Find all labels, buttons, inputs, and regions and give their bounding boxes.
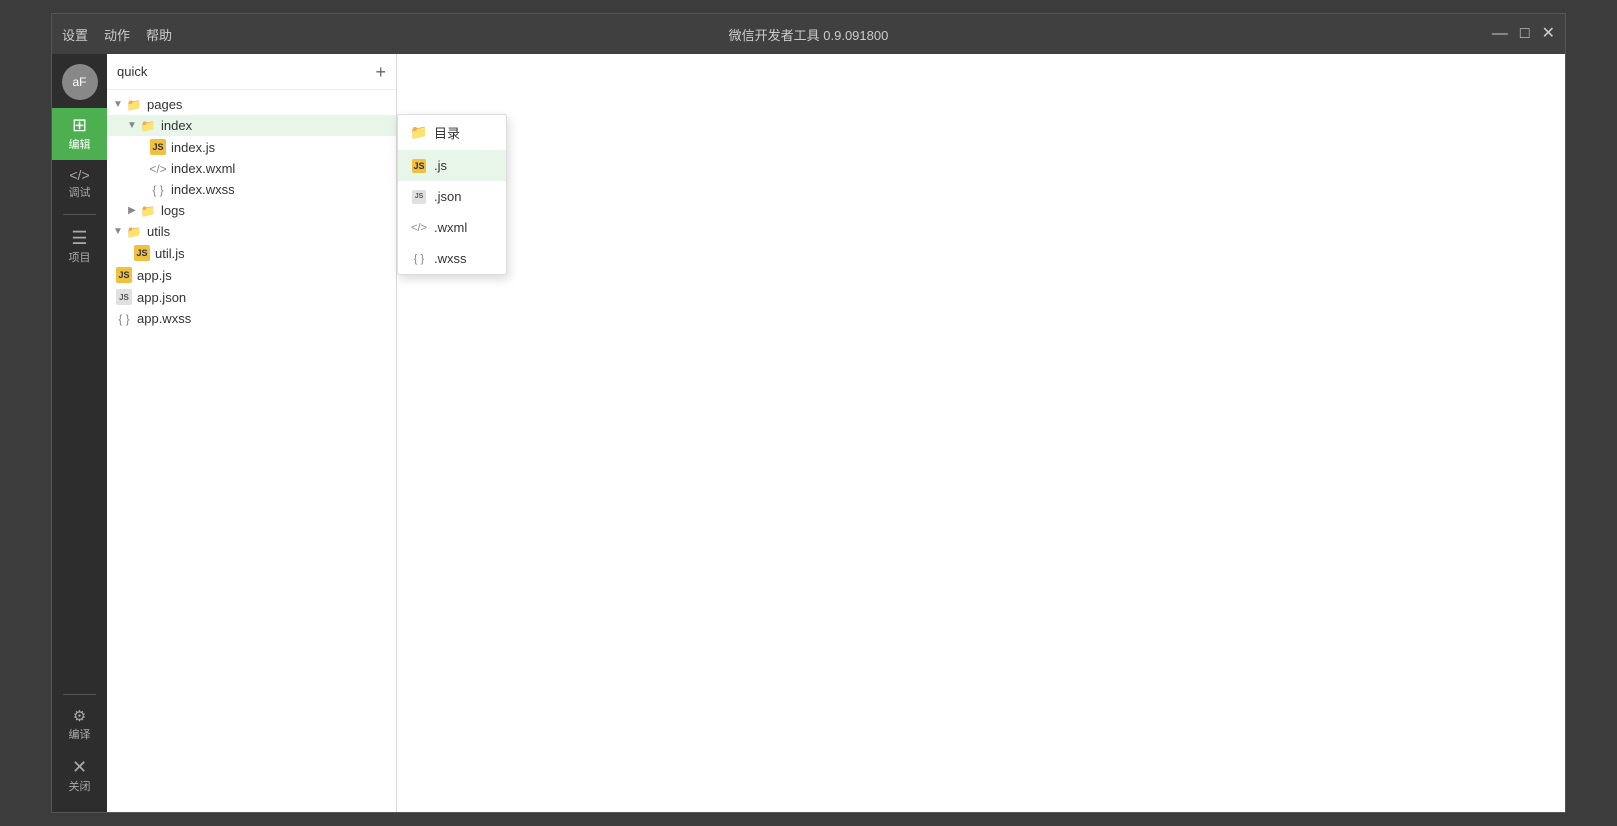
tree-item-index-wxml[interactable]: </> index.wxml bbox=[107, 158, 396, 179]
js-icon-index: JS bbox=[149, 139, 167, 155]
arrow-index: ▼ bbox=[125, 120, 139, 131]
project-icon: ☰ bbox=[71, 229, 87, 247]
project-label: 项目 bbox=[69, 249, 91, 265]
app-title: 微信开发者工具 0.9.091800 bbox=[729, 25, 889, 44]
arrow-utils: ▼ bbox=[111, 226, 125, 237]
bottom-divider bbox=[63, 694, 96, 695]
divider bbox=[63, 214, 96, 215]
folder-icon-utils: 📁 bbox=[125, 225, 143, 239]
titlebar: 设置 动作 帮助 微信开发者工具 0.9.091800 — □ ✕ bbox=[52, 14, 1565, 54]
sidebar-item-debug[interactable]: </> 调试 bbox=[52, 160, 107, 208]
context-menu-label-wxml: .wxml bbox=[434, 220, 467, 235]
editor-label: 编辑 bbox=[69, 136, 91, 152]
sidebar-item-editor[interactable]: ⊞ 编辑 bbox=[52, 108, 107, 160]
minimize-button[interactable]: — bbox=[1492, 26, 1508, 42]
sidebar-item-project[interactable]: ☰ 项目 bbox=[52, 221, 107, 273]
menu-settings[interactable]: 设置 bbox=[62, 25, 88, 44]
window-controls: — □ ✕ bbox=[1492, 26, 1555, 42]
wxss-icon-index: { } bbox=[149, 183, 167, 197]
sidebar-item-close[interactable]: ✕ 关闭 bbox=[52, 750, 107, 802]
context-menu-json[interactable]: JS .json bbox=[398, 181, 506, 212]
js-icon-menu: JS bbox=[410, 159, 428, 173]
project-name: quick bbox=[117, 64, 147, 79]
icon-bar: aF ⊞ 编辑 </> 调试 ☰ 项目 ⚙ 编译 bbox=[52, 54, 107, 812]
compile-label: 编译 bbox=[69, 726, 91, 742]
tree-label-app-json: app.json bbox=[137, 290, 186, 305]
tree-label-index-wxss: index.wxss bbox=[171, 182, 235, 197]
avatar[interactable]: aF bbox=[62, 64, 98, 100]
js-icon-util: JS bbox=[133, 245, 151, 261]
titlebar-menu: 设置 动作 帮助 bbox=[62, 25, 172, 44]
context-menu-label-js: .js bbox=[434, 158, 447, 173]
tree-label-utils: utils bbox=[147, 224, 170, 239]
tree-item-index-js[interactable]: JS index.js bbox=[107, 136, 396, 158]
editor-icon: ⊞ bbox=[72, 116, 87, 134]
context-menu-js[interactable]: JS .js bbox=[398, 150, 506, 181]
arrow-logs: ▶ bbox=[125, 205, 139, 216]
folder-icon-menu: 📁 bbox=[410, 124, 428, 141]
tree-label-util-js: util.js bbox=[155, 246, 185, 261]
menu-actions[interactable]: 动作 bbox=[104, 25, 130, 44]
icon-bar-bottom: ⚙ 编译 ✕ 关闭 bbox=[52, 688, 107, 812]
file-panel-header: quick + bbox=[107, 54, 396, 90]
tree-label-index: index bbox=[161, 118, 192, 133]
menu-help[interactable]: 帮助 bbox=[146, 25, 172, 44]
tree-label-index-wxml: index.wxml bbox=[171, 161, 235, 176]
debug-icon: </> bbox=[69, 168, 89, 182]
folder-icon-pages: 📁 bbox=[125, 98, 143, 112]
json-icon-menu: JS bbox=[410, 190, 428, 204]
tree-label-pages: pages bbox=[147, 97, 182, 112]
context-menu-wxml[interactable]: </> .wxml bbox=[398, 212, 506, 243]
context-menu-label-wxss: .wxss bbox=[434, 251, 467, 266]
wxml-icon-index: </> bbox=[149, 162, 167, 176]
tree-label-app-wxss: app.wxss bbox=[137, 311, 191, 326]
tree-item-app-wxss[interactable]: { } app.wxss bbox=[107, 308, 396, 329]
context-menu: 📁 目录 JS .js JS .json </> .wxml bbox=[397, 114, 507, 275]
main-content: aF ⊞ 编辑 </> 调试 ☰ 项目 ⚙ 编译 bbox=[52, 54, 1565, 812]
context-menu-directory[interactable]: 📁 目录 bbox=[398, 115, 506, 150]
wxml-icon-menu: </> bbox=[410, 222, 428, 234]
arrow-pages: ▼ bbox=[111, 99, 125, 110]
tree-item-util-js[interactable]: JS util.js bbox=[107, 242, 396, 264]
maximize-button[interactable]: □ bbox=[1520, 26, 1530, 42]
tree-label-index-js: index.js bbox=[171, 140, 215, 155]
compile-icon: ⚙ bbox=[73, 709, 86, 724]
tree-item-utils[interactable]: ▼ 📁 utils bbox=[107, 221, 396, 242]
folder-icon-index: 📁 bbox=[139, 119, 157, 133]
json-icon-app: JS bbox=[115, 289, 133, 305]
folder-icon-logs: 📁 bbox=[139, 204, 157, 218]
file-tree: ▼ 📁 pages ▼ 📁 index JS index.js bbox=[107, 90, 396, 812]
close-icon: ✕ bbox=[72, 758, 87, 776]
close-button[interactable]: ✕ bbox=[1542, 26, 1555, 42]
app-window: 设置 动作 帮助 微信开发者工具 0.9.091800 — □ ✕ aF ⊞ 编… bbox=[51, 13, 1566, 813]
debug-label: 调试 bbox=[69, 184, 91, 200]
js-icon-app: JS bbox=[115, 267, 133, 283]
wxss-icon-menu: { } bbox=[410, 253, 428, 265]
sidebar-item-compile[interactable]: ⚙ 编译 bbox=[52, 701, 107, 750]
tree-label-logs: logs bbox=[161, 203, 185, 218]
add-file-button[interactable]: + bbox=[375, 63, 386, 81]
tree-item-app-js[interactable]: JS app.js bbox=[107, 264, 396, 286]
wxss-icon-app: { } bbox=[115, 312, 133, 326]
context-menu-label-directory: 目录 bbox=[434, 123, 460, 142]
context-menu-label-json: .json bbox=[434, 189, 461, 204]
context-menu-wxss[interactable]: { } .wxss bbox=[398, 243, 506, 274]
editor-area bbox=[397, 54, 1565, 812]
tree-item-index-wxss[interactable]: { } index.wxss bbox=[107, 179, 396, 200]
tree-label-app-js: app.js bbox=[137, 268, 172, 283]
close-label: 关闭 bbox=[69, 778, 91, 794]
tree-item-index[interactable]: ▼ 📁 index bbox=[107, 115, 396, 136]
file-panel: quick + ▼ 📁 pages ▼ 📁 index bbox=[107, 54, 397, 812]
tree-item-app-json[interactable]: JS app.json bbox=[107, 286, 396, 308]
tree-item-logs[interactable]: ▶ 📁 logs bbox=[107, 200, 396, 221]
tree-item-pages[interactable]: ▼ 📁 pages bbox=[107, 94, 396, 115]
